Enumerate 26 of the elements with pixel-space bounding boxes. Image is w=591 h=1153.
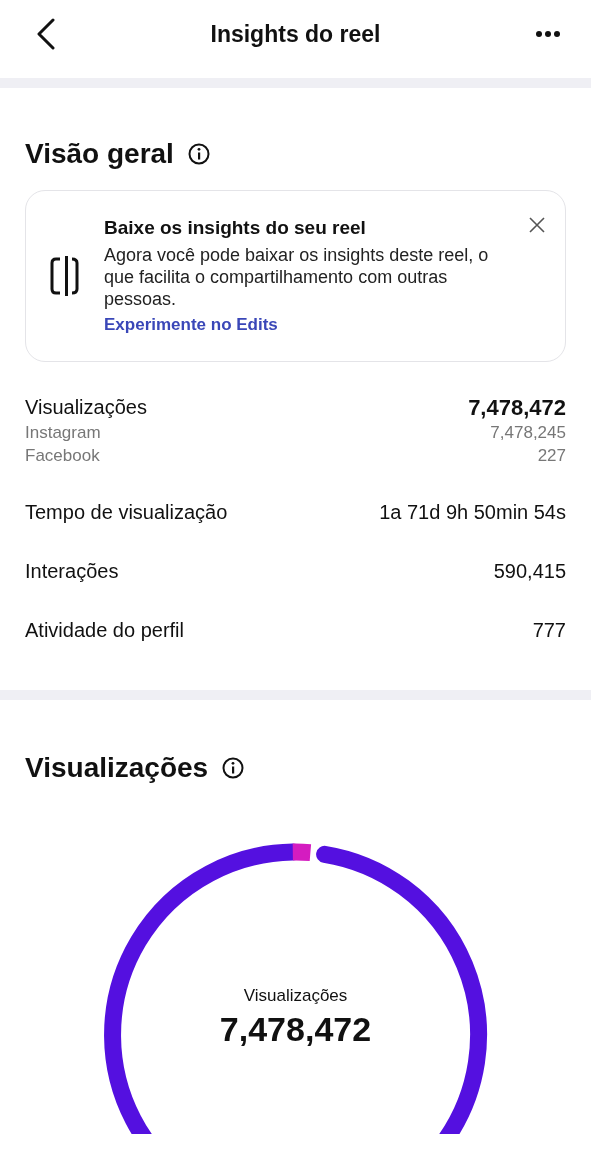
- metric-label: Visualizações: [25, 395, 147, 420]
- section-title: Visualizações: [25, 752, 209, 784]
- card-title: Baixe os insights do seu reel: [104, 217, 367, 239]
- source-label: Instagram: [25, 422, 101, 444]
- center-value: 7,478,472: [219, 1010, 372, 1049]
- metric-label: Atividade do perfil: [25, 618, 184, 643]
- metric-value: 590,415: [493, 559, 566, 584]
- close-icon[interactable]: [529, 217, 545, 233]
- source-label: Facebook: [25, 445, 100, 467]
- metric-value: 777: [532, 618, 566, 643]
- card-text: Agora você pode baixar os insights deste reel, o que facilita o compartilhamento com outras pessoas.: [104, 244, 490, 310]
- metric-label: Interações: [25, 559, 119, 584]
- metric-label: Tempo de visualização: [25, 500, 228, 525]
- edits-link[interactable]: Experimente no Edits: [104, 315, 505, 335]
- source-value: 7,478,245: [490, 422, 566, 444]
- info-icon[interactable]: [222, 757, 245, 779]
- split-clip-icon: [50, 255, 80, 297]
- page-title: Insights do reel: [210, 20, 381, 48]
- center-label: Visualizações: [243, 986, 348, 1006]
- metric-value: 1a 71d 9h 50min 54s: [379, 500, 566, 525]
- metric-value: 7,478,472: [468, 394, 566, 421]
- more-icon[interactable]: [535, 30, 561, 38]
- back-icon[interactable]: [36, 18, 56, 50]
- source-value: 227: [537, 445, 566, 467]
- info-icon[interactable]: [187, 143, 210, 165]
- section-title: Visão geral: [25, 138, 174, 170]
